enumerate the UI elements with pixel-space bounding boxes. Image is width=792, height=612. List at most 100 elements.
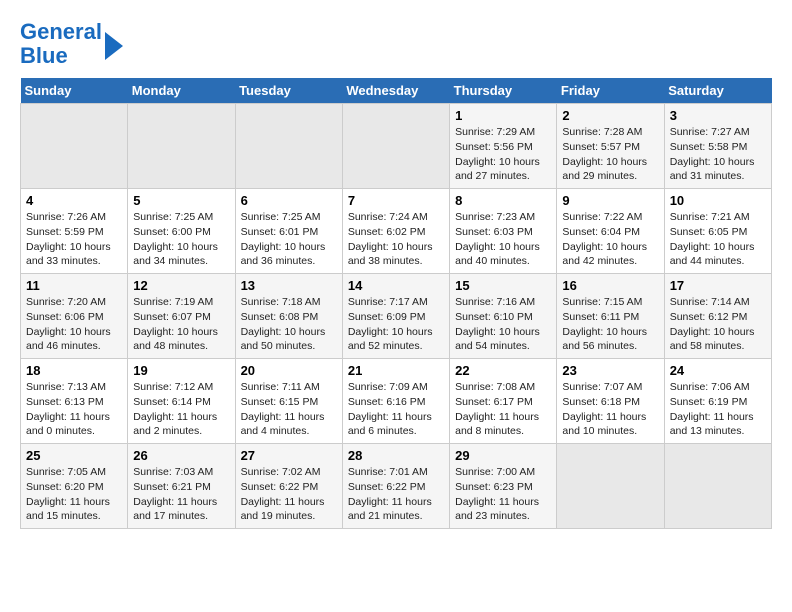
calendar-cell: 16Sunrise: 7:15 AM Sunset: 6:11 PM Dayli… xyxy=(557,274,664,359)
cell-content: Sunrise: 7:15 AM Sunset: 6:11 PM Dayligh… xyxy=(562,295,658,354)
cell-content: Sunrise: 7:00 AM Sunset: 6:23 PM Dayligh… xyxy=(455,465,551,524)
calendar-cell: 26 Sunrise: 7:03 AM Sunset: 6:21 PM Dayli… xyxy=(128,444,235,529)
calendar-cell xyxy=(342,104,449,189)
calendar-cell xyxy=(128,104,235,189)
calendar-cell: 12Sunrise: 7:19 AM Sunset: 6:07 PM Dayli… xyxy=(128,274,235,359)
calendar-cell: 15 Sunrise: 7:16 AM Sunset: 6:10 PM Dayli… xyxy=(450,274,557,359)
day-number: 5 xyxy=(133,193,229,208)
day-number: 15 xyxy=(455,278,551,293)
logo-text: General Blue xyxy=(20,20,102,68)
calendar-cell: 18 Sunrise: 7:13 AM Sunset: 6:13 PM Dayli… xyxy=(21,359,128,444)
day-number: 10 xyxy=(670,193,766,208)
week-row-1: 1 Sunrise: 7:29 AM Sunset: 5:56 PM Daylig… xyxy=(21,104,772,189)
calendar-cell: 9Sunrise: 7:22 AM Sunset: 6:04 PM Daylig… xyxy=(557,189,664,274)
cell-content: Sunrise: 7:25 AM Sunset: 6:00 PM Dayligh… xyxy=(133,210,229,269)
cell-content: Sunrise: 7:20 AM Sunset: 6:06 PM Dayligh… xyxy=(26,295,122,354)
cell-content: Sunrise: 7:28 AM Sunset: 5:57 PM Dayligh… xyxy=(562,125,658,184)
cell-content: Sunrise: 7:26 AM Sunset: 5:59 PM Dayligh… xyxy=(26,210,122,269)
cell-content: Sunrise: 7:23 AM Sunset: 6:03 PM Dayligh… xyxy=(455,210,551,269)
day-number: 21 xyxy=(348,363,444,378)
calendar-cell: 19 Sunrise: 7:12 AM Sunset: 6:14 PM Dayli… xyxy=(128,359,235,444)
logo: General Blue xyxy=(20,20,123,68)
cell-content: Sunrise: 7:05 AM Sunset: 6:20 PM Dayligh… xyxy=(26,465,122,524)
week-row-2: 4Sunrise: 7:26 AM Sunset: 5:59 PM Daylig… xyxy=(21,189,772,274)
day-number: 19 xyxy=(133,363,229,378)
day-number: 26 xyxy=(133,448,229,463)
day-number: 27 xyxy=(241,448,337,463)
cell-content: Sunrise: 7:27 AM Sunset: 5:58 PM Dayligh… xyxy=(670,125,766,184)
day-number: 14 xyxy=(348,278,444,293)
cell-content: Sunrise: 7:12 AM Sunset: 6:14 PM Dayligh… xyxy=(133,380,229,439)
cell-content: Sunrise: 7:29 AM Sunset: 5:56 PM Dayligh… xyxy=(455,125,551,184)
cell-content: Sunrise: 7:21 AM Sunset: 6:05 PM Dayligh… xyxy=(670,210,766,269)
cell-content: Sunrise: 7:11 AM Sunset: 6:15 PM Dayligh… xyxy=(241,380,337,439)
cell-content: Sunrise: 7:17 AM Sunset: 6:09 PM Dayligh… xyxy=(348,295,444,354)
day-number: 23 xyxy=(562,363,658,378)
day-header-thursday: Thursday xyxy=(450,78,557,104)
page-header: General Blue xyxy=(20,20,772,68)
cell-content: Sunrise: 7:16 AM Sunset: 6:10 PM Dayligh… xyxy=(455,295,551,354)
cell-content: Sunrise: 7:01 AM Sunset: 6:22 PM Dayligh… xyxy=(348,465,444,524)
day-number: 29 xyxy=(455,448,551,463)
cell-content: Sunrise: 7:02 AM Sunset: 6:22 PM Dayligh… xyxy=(241,465,337,524)
calendar-cell: 29 Sunrise: 7:00 AM Sunset: 6:23 PM Dayli… xyxy=(450,444,557,529)
calendar-cell: 14 Sunrise: 7:17 AM Sunset: 6:09 PM Dayli… xyxy=(342,274,449,359)
cell-content: Sunrise: 7:18 AM Sunset: 6:08 PM Dayligh… xyxy=(241,295,337,354)
week-row-3: 11 Sunrise: 7:20 AM Sunset: 6:06 PM Dayli… xyxy=(21,274,772,359)
cell-content: Sunrise: 7:25 AM Sunset: 6:01 PM Dayligh… xyxy=(241,210,337,269)
calendar-cell: 8Sunrise: 7:23 AM Sunset: 6:03 PM Daylig… xyxy=(450,189,557,274)
day-header-monday: Monday xyxy=(128,78,235,104)
calendar-cell: 17 Sunrise: 7:14 AM Sunset: 6:12 PM Dayli… xyxy=(664,274,771,359)
calendar-cell: 23 Sunrise: 7:07 AM Sunset: 6:18 PM Dayli… xyxy=(557,359,664,444)
cell-content: Sunrise: 7:09 AM Sunset: 6:16 PM Dayligh… xyxy=(348,380,444,439)
day-number: 6 xyxy=(241,193,337,208)
cell-content: Sunrise: 7:08 AM Sunset: 6:17 PM Dayligh… xyxy=(455,380,551,439)
cell-content: Sunrise: 7:19 AM Sunset: 6:07 PM Dayligh… xyxy=(133,295,229,354)
day-number: 17 xyxy=(670,278,766,293)
day-number: 24 xyxy=(670,363,766,378)
day-header-tuesday: Tuesday xyxy=(235,78,342,104)
day-number: 13 xyxy=(241,278,337,293)
calendar-table: SundayMondayTuesdayWednesdayThursdayFrid… xyxy=(20,78,772,529)
calendar-cell: 10 Sunrise: 7:21 AM Sunset: 6:05 PM Dayli… xyxy=(664,189,771,274)
cell-content: Sunrise: 7:22 AM Sunset: 6:04 PM Dayligh… xyxy=(562,210,658,269)
cell-content: Sunrise: 7:03 AM Sunset: 6:21 PM Dayligh… xyxy=(133,465,229,524)
calendar-cell xyxy=(21,104,128,189)
day-number: 7 xyxy=(348,193,444,208)
calendar-cell: 3 Sunrise: 7:27 AM Sunset: 5:58 PM Daylig… xyxy=(664,104,771,189)
calendar-cell xyxy=(235,104,342,189)
calendar-cell: 25Sunrise: 7:05 AM Sunset: 6:20 PM Dayli… xyxy=(21,444,128,529)
logo-general: General xyxy=(20,19,102,44)
calendar-cell: 20 Sunrise: 7:11 AM Sunset: 6:15 PM Dayli… xyxy=(235,359,342,444)
cell-content: Sunrise: 7:13 AM Sunset: 6:13 PM Dayligh… xyxy=(26,380,122,439)
day-number: 11 xyxy=(26,278,122,293)
week-row-5: 25Sunrise: 7:05 AM Sunset: 6:20 PM Dayli… xyxy=(21,444,772,529)
calendar-cell: 4Sunrise: 7:26 AM Sunset: 5:59 PM Daylig… xyxy=(21,189,128,274)
day-header-sunday: Sunday xyxy=(21,78,128,104)
calendar-cell xyxy=(664,444,771,529)
calendar-cell: 7Sunrise: 7:24 AM Sunset: 6:02 PM Daylig… xyxy=(342,189,449,274)
week-row-4: 18 Sunrise: 7:13 AM Sunset: 6:13 PM Dayli… xyxy=(21,359,772,444)
logo-arrow-icon xyxy=(105,32,123,60)
cell-content: Sunrise: 7:07 AM Sunset: 6:18 PM Dayligh… xyxy=(562,380,658,439)
calendar-cell: 1 Sunrise: 7:29 AM Sunset: 5:56 PM Daylig… xyxy=(450,104,557,189)
day-number: 18 xyxy=(26,363,122,378)
day-header-friday: Friday xyxy=(557,78,664,104)
day-number: 3 xyxy=(670,108,766,123)
calendar-cell: 2 Sunrise: 7:28 AM Sunset: 5:57 PM Daylig… xyxy=(557,104,664,189)
calendar-cell: 5 Sunrise: 7:25 AM Sunset: 6:00 PM Daylig… xyxy=(128,189,235,274)
day-number: 2 xyxy=(562,108,658,123)
days-header-row: SundayMondayTuesdayWednesdayThursdayFrid… xyxy=(21,78,772,104)
day-header-saturday: Saturday xyxy=(664,78,771,104)
calendar-cell: 21 Sunrise: 7:09 AM Sunset: 6:16 PM Dayli… xyxy=(342,359,449,444)
day-number: 22 xyxy=(455,363,551,378)
cell-content: Sunrise: 7:06 AM Sunset: 6:19 PM Dayligh… xyxy=(670,380,766,439)
day-number: 1 xyxy=(455,108,551,123)
day-number: 20 xyxy=(241,363,337,378)
calendar-cell: 13 Sunrise: 7:18 AM Sunset: 6:08 PM Dayli… xyxy=(235,274,342,359)
cell-content: Sunrise: 7:14 AM Sunset: 6:12 PM Dayligh… xyxy=(670,295,766,354)
calendar-cell: 6 Sunrise: 7:25 AM Sunset: 6:01 PM Daylig… xyxy=(235,189,342,274)
calendar-cell: 11 Sunrise: 7:20 AM Sunset: 6:06 PM Dayli… xyxy=(21,274,128,359)
day-number: 28 xyxy=(348,448,444,463)
logo-blue: Blue xyxy=(20,43,68,68)
